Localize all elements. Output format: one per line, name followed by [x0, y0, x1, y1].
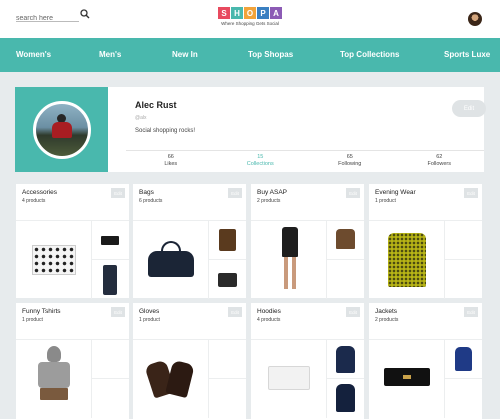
stat-collections[interactable]: 15 Collections: [216, 151, 306, 167]
nav-item-new-in[interactable]: New In: [172, 50, 198, 59]
collection-card-bags[interactable]: Bags 6 products Edit: [133, 184, 246, 299]
logo-letter: S: [218, 7, 230, 19]
collection-edit-button[interactable]: Edit: [228, 307, 242, 317]
collection-count: 4 products: [22, 198, 46, 204]
product-cell[interactable]: [92, 221, 129, 260]
nav-item-womens[interactable]: Women's: [16, 50, 51, 59]
stat-value: 15: [257, 154, 264, 160]
collection-edit-button[interactable]: Edit: [464, 188, 478, 198]
collection-edit-button[interactable]: Edit: [346, 307, 360, 317]
stat-followers[interactable]: 62 Followers: [395, 151, 485, 167]
shopa-logo[interactable]: S H O P A Where Shopping Gets Social: [217, 7, 283, 31]
product-cell[interactable]: [92, 260, 129, 299]
product-cell[interactable]: [369, 340, 445, 418]
collection-count: 1 product: [375, 198, 396, 204]
collection-title: Buy ASAP: [257, 189, 287, 196]
collection-card-hoodies[interactable]: Hoodies 4 products Edit: [251, 303, 364, 419]
collection-title: Hoodies: [257, 308, 281, 315]
product-cell[interactable]: [327, 340, 364, 379]
product-cell[interactable]: [445, 260, 482, 299]
product-cell[interactable]: [327, 260, 364, 299]
product-cell[interactable]: [133, 340, 209, 418]
product-cell[interactable]: [251, 340, 327, 418]
product-cell[interactable]: [327, 221, 364, 260]
collection-count: 4 products: [257, 317, 281, 323]
stat-value: 62: [436, 154, 443, 160]
nav-item-mens[interactable]: Men's: [99, 50, 121, 59]
stat-following[interactable]: 65 Following: [305, 151, 395, 167]
collection-count: 6 products: [139, 198, 163, 204]
product-cell[interactable]: [369, 221, 445, 299]
collection-count: 2 products: [257, 198, 281, 204]
edit-profile-button[interactable]: Edit: [452, 100, 486, 117]
collection-edit-button[interactable]: Edit: [464, 307, 478, 317]
logo-letter: H: [231, 7, 243, 19]
logo-tagline: Where Shopping Gets Social: [221, 21, 279, 26]
stat-label: Following: [338, 161, 362, 167]
collection-count: 1 product: [22, 317, 43, 323]
product-cell[interactable]: [133, 221, 209, 299]
product-cell[interactable]: [327, 379, 364, 418]
collection-title: Jackets: [375, 308, 398, 315]
collection-edit-button[interactable]: Edit: [346, 188, 360, 198]
collection-card-buy-asap[interactable]: Buy ASAP 2 products Edit: [251, 184, 364, 299]
profile-cover: [15, 87, 108, 172]
collection-card-gloves[interactable]: Gloves 1 product Edit: [133, 303, 246, 419]
profile-photo[interactable]: [33, 101, 91, 159]
collection-edit-button[interactable]: Edit: [111, 307, 125, 317]
collection-edit-button[interactable]: Edit: [111, 188, 125, 198]
product-cell[interactable]: [16, 340, 92, 418]
product-cell[interactable]: [445, 340, 482, 379]
collection-title: Accessories: [22, 189, 58, 196]
product-cell[interactable]: [209, 340, 246, 379]
logo-letter: P: [257, 7, 269, 19]
product-cell[interactable]: [92, 379, 129, 418]
product-cell[interactable]: [445, 379, 482, 418]
collection-card-jackets[interactable]: Jackets 2 products Edit: [369, 303, 482, 419]
stat-value: 66: [167, 154, 174, 160]
logo-letter: A: [270, 7, 282, 19]
profile-name: Alec Rust: [135, 100, 177, 110]
collection-title: Bags: [139, 189, 154, 196]
user-avatar[interactable]: [468, 12, 482, 26]
product-cell[interactable]: [445, 221, 482, 260]
product-cell[interactable]: [92, 340, 129, 379]
search-icon[interactable]: [80, 9, 90, 19]
stat-likes[interactable]: 66 Likes: [126, 151, 216, 167]
logo-letter: O: [244, 7, 256, 19]
profile-card: Alec Rust @alx Social shopping rocks! Ed…: [15, 87, 486, 172]
product-cell[interactable]: [209, 221, 246, 260]
stat-label: Collections: [246, 161, 274, 167]
nav-item-sports-luxe[interactable]: Sports Luxe: [444, 50, 490, 59]
collection-card-funny-tshirts[interactable]: Funny Tshirts 1 product Edit: [16, 303, 129, 419]
profile-bio: Social shopping rocks!: [135, 128, 196, 134]
profile-handle: @alx: [135, 115, 147, 121]
nav-item-top-shopas[interactable]: Top Shopas: [248, 50, 293, 59]
stat-label: Likes: [164, 161, 178, 167]
main-nav: Women's Men's New In Top Shopas Top Coll…: [0, 38, 500, 72]
collection-card-accessories[interactable]: Accessories 4 products Edit: [16, 184, 129, 299]
stat-label: Followers: [427, 161, 452, 167]
collection-card-evening-wear[interactable]: Evening Wear 1 product Edit: [369, 184, 482, 299]
top-bar: S H O P A Where Shopping Gets Social: [0, 0, 500, 38]
collection-title: Gloves: [139, 308, 160, 315]
search-input[interactable]: [16, 11, 76, 26]
nav-item-top-collections[interactable]: Top Collections: [340, 50, 399, 59]
product-cell[interactable]: [16, 221, 92, 299]
search-box: [16, 7, 79, 26]
collection-edit-button[interactable]: Edit: [228, 188, 242, 198]
profile-stats: 66 Likes 15 Collections 65 Following 62 …: [126, 150, 484, 167]
collection-title: Evening Wear: [375, 189, 416, 196]
product-cell[interactable]: [209, 379, 246, 418]
collection-count: 2 products: [375, 317, 399, 323]
stat-value: 65: [346, 154, 353, 160]
product-cell[interactable]: [251, 221, 327, 299]
product-cell[interactable]: [209, 260, 246, 299]
collection-title: Funny Tshirts: [22, 308, 61, 315]
collection-count: 1 product: [139, 317, 160, 323]
